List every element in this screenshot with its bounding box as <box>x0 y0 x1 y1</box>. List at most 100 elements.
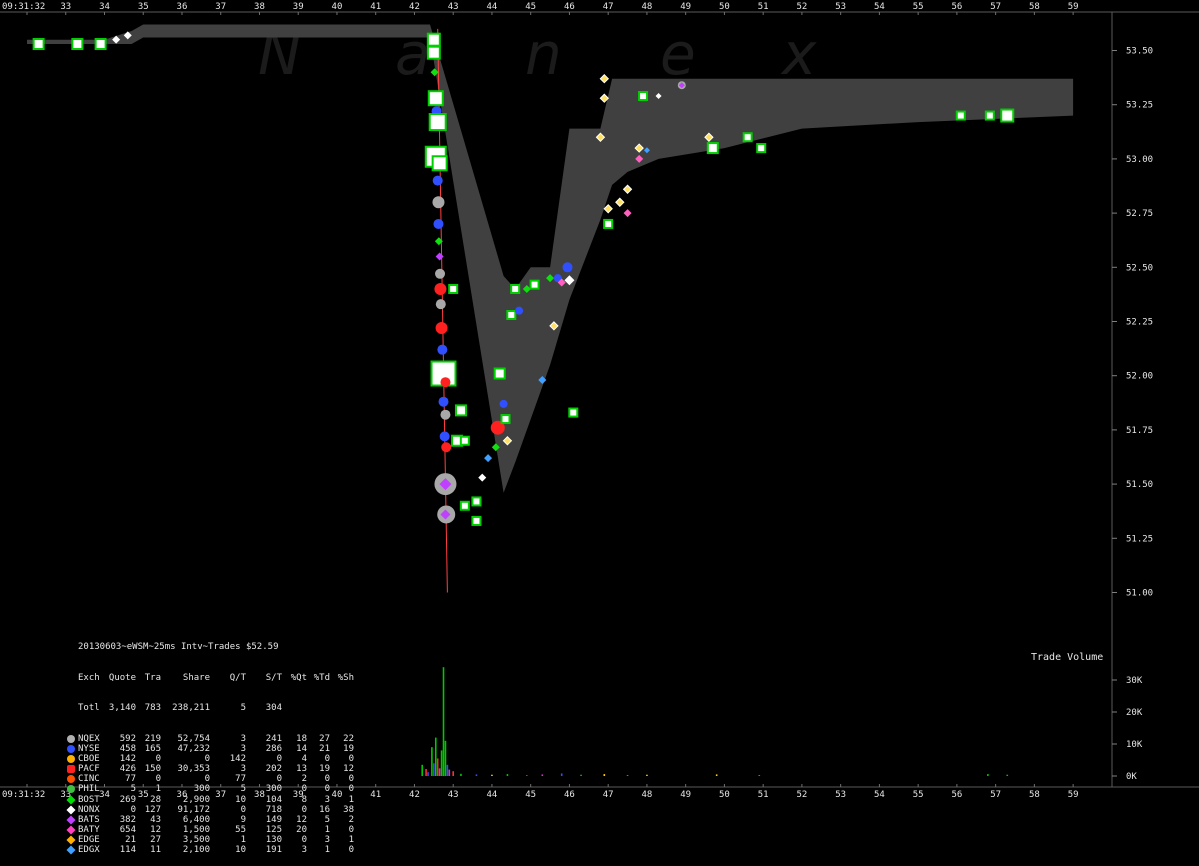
stats-row-cboe: CBOE 142 0 0 142 0 4 0 0 <box>66 754 366 764</box>
volume-bar <box>421 764 424 776</box>
volume-bars <box>421 667 1009 776</box>
trade-marker-nqex-circle <box>432 196 445 209</box>
stats-cell-psh: 0 <box>348 845 354 856</box>
volume-bar <box>603 774 606 776</box>
trade-marker-nqex-square <box>510 283 521 294</box>
stats-cell-qt: 3 <box>240 764 246 775</box>
stats-cell-share: 6,400 <box>182 814 210 825</box>
trade-marker-nyse-circle <box>439 431 450 442</box>
trade-marker-nqex-square <box>428 113 447 132</box>
watermark-letter: x <box>780 20 817 88</box>
stats-cell-exch: EDGE <box>78 835 100 846</box>
x-tick-label-top: 59 <box>1068 2 1079 12</box>
legend-symbol-diamond <box>66 835 76 845</box>
x-tick-label-bottom: 56 <box>951 790 962 800</box>
stats-cell-st: 0 <box>276 753 282 764</box>
watermark-letter: e <box>660 20 696 88</box>
trade-marker-pacf-circle <box>441 442 452 453</box>
stats-cell-ptd: 0 <box>324 774 330 785</box>
trade-marker-nqex-square <box>529 279 540 290</box>
trade-marker-nqex-circle <box>435 268 446 279</box>
legend-symbol-circle <box>67 785 75 794</box>
legend-symbol-circle <box>67 754 75 763</box>
volume-bar <box>436 758 439 776</box>
stats-cell-psh: 0 <box>348 753 354 764</box>
stats-cell-ptd: 16 <box>319 804 330 815</box>
stats-cell-st: 130 <box>265 835 282 846</box>
trade-marker-nqex-square <box>426 32 441 47</box>
x-tick-label-bottom: 47 <box>603 790 614 800</box>
trade-marker-nqex-square <box>984 110 995 121</box>
trade-marker-nqex-square <box>427 90 444 107</box>
x-tick-label-top: 55 <box>913 2 924 12</box>
stats-cell-exch: NQEX <box>78 733 100 744</box>
stats-cell-qt: 5 <box>240 703 246 714</box>
legend-symbol-circle <box>67 744 75 753</box>
stats-cell-exch: CINC <box>78 774 100 785</box>
price-tick-label: 52.25 <box>1126 318 1153 328</box>
trade-marker-pacf-circle <box>435 322 448 335</box>
stats-cell-ptd: 0 <box>324 753 330 764</box>
stats-cell-tra: 783 <box>144 703 161 714</box>
volume-tick-label: 20K <box>1126 708 1143 718</box>
x-tick-label-bottom: 41 <box>370 790 381 800</box>
stats-cell-st: 304 <box>265 703 282 714</box>
x-tick-label-top: 50 <box>719 2 730 12</box>
legend-symbol-diamond <box>66 845 76 855</box>
volume-label: Trade Volume <box>1031 652 1104 663</box>
volume-bar <box>541 774 544 776</box>
legend-symbol-hex <box>67 765 75 774</box>
stats-cell-psh: 0 <box>348 784 354 795</box>
trade-marker-nqex-square <box>955 110 966 121</box>
trade-marker-nqex-square <box>94 38 107 51</box>
stats-cell-qt: 55 <box>235 824 246 835</box>
stats-cell-quote: 0 <box>130 804 136 815</box>
x-tick-label-top: 58 <box>1029 2 1040 12</box>
stats-cell-ptd: 21 <box>319 743 330 754</box>
stats-cell-qt: 142 <box>229 753 246 764</box>
x-tick-label-bottom: 59 <box>1068 790 1079 800</box>
stats-cell-psh: 12 <box>343 764 354 775</box>
legend-symbol-circle <box>67 775 75 784</box>
volume-bar <box>448 769 451 776</box>
stats-cell-share: 300 <box>193 784 210 795</box>
trade-marker-nyse-circle <box>499 399 508 408</box>
stats-cell-tra: Tra <box>144 672 161 683</box>
spread-polygon <box>27 24 1074 493</box>
x-tick-label-top: 39 <box>293 2 304 12</box>
stats-cell-share: 3,500 <box>182 835 210 846</box>
stats-cell-pqt: 0 <box>301 784 307 795</box>
stats-cell-quote: Quote <box>108 672 136 683</box>
legend-symbol-diamond <box>66 815 76 825</box>
trade-marker-nqex-square <box>638 91 649 102</box>
x-tick-label-top: 34 <box>99 2 110 12</box>
stats-cell-pqt: 12 <box>296 814 307 825</box>
x-tick-label-top: 09:31:32 <box>2 2 45 12</box>
volume-bar <box>434 737 437 776</box>
legend-symbol-diamond <box>66 805 76 815</box>
x-tick-label-top: 44 <box>487 2 498 12</box>
x-tick-label-top: 49 <box>680 2 691 12</box>
stats-cell-st: S/T <box>265 672 282 683</box>
volume-bar <box>431 747 433 776</box>
volume-bar <box>526 775 528 776</box>
stats-cell-psh: 38 <box>343 804 354 815</box>
x-tick-label-top: 38 <box>254 2 265 12</box>
trade-marker-nyse-circle <box>515 306 524 315</box>
chart-title: 20130603~eWSM~25ms Intv~Trades $52.59 <box>78 642 279 653</box>
stats-cell-quote: 5 <box>130 784 136 795</box>
price-tick-label: 53.50 <box>1126 47 1153 57</box>
stats-cell-pqt: 3 <box>301 845 307 856</box>
stats-cell-ptd: 1 <box>324 824 330 835</box>
trade-marker-baty-diamond <box>623 209 632 218</box>
stats-cell-share: 52,754 <box>177 733 210 744</box>
volume-bar <box>758 775 761 776</box>
x-tick-label-top: 56 <box>951 2 962 12</box>
stats-cell-exch: BATS <box>78 814 100 825</box>
trade-marker-pacf-circle <box>440 377 451 388</box>
trade-marker-nqex-square <box>1000 108 1015 123</box>
stats-cell-share: 47,232 <box>177 743 210 754</box>
trade-marker-edge-diamond <box>622 184 633 194</box>
volume-bar <box>560 773 563 776</box>
x-tick-label-bottom: 53 <box>835 790 846 800</box>
